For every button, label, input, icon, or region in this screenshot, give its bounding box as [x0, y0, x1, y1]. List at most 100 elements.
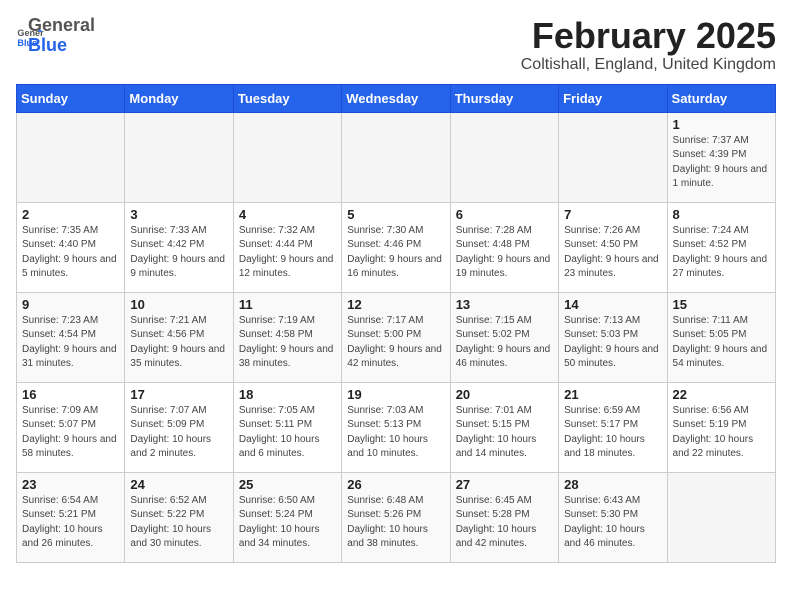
day-info: Sunrise: 7:15 AM Sunset: 5:02 PM Dayligh…	[456, 314, 553, 372]
day-info: Sunrise: 7:13 AM Sunset: 5:03 PM Dayligh…	[564, 314, 661, 372]
calendar-cell: 27Sunrise: 6:45 AM Sunset: 5:28 PM Dayli…	[450, 472, 558, 562]
weekday-header-row: SundayMondayTuesdayWednesdayThursdayFrid…	[17, 84, 776, 112]
calendar-cell: 12 Sunrise: 7:17 AM Sunset: 5:00 PM Dayli…	[342, 292, 450, 382]
calendar-cell: 25 Sunrise: 6:50 AM Sunset: 5:24 PM Dayli…	[233, 472, 341, 562]
day-info: Sunrise: 7:11 AM Sunset: 5:05 PM Dayligh…	[673, 314, 770, 372]
day-number: 17	[130, 387, 227, 402]
calendar-cell	[342, 112, 450, 202]
calendar-cell: 11 Sunrise: 7:19 AM Sunset: 4:58 PM Dayli…	[233, 292, 341, 382]
title-block: February 2025 Coltishall, England, Unite…	[521, 16, 776, 74]
day-number: 11	[239, 297, 336, 312]
day-info: Sunrise: 7:23 AM Sunset: 4:54 PM Dayligh…	[22, 314, 119, 372]
calendar-cell: 28 Sunrise: 6:43 AM Sunset: 5:30 PM Dayli…	[559, 472, 667, 562]
day-number: 12	[347, 297, 444, 312]
day-number: 25	[239, 477, 336, 492]
day-number: 8	[673, 207, 770, 222]
calendar-cell	[559, 112, 667, 202]
calendar-week-row: 2 Sunrise: 7:35 AM Sunset: 4:40 PM Daylig…	[17, 202, 776, 292]
day-info: Sunrise: 7:01 AM Sunset: 5:15 PM Dayligh…	[456, 404, 553, 462]
day-info: Sunrise: 7:24 AM Sunset: 4:52 PM Dayligh…	[673, 224, 770, 282]
calendar-week-row: 9Sunrise: 7:23 AM Sunset: 4:54 PM Daylig…	[17, 292, 776, 382]
calendar-cell: 7Sunrise: 7:26 AM Sunset: 4:50 PM Daylig…	[559, 202, 667, 292]
weekday-header-friday: Friday	[559, 84, 667, 112]
weekday-header-thursday: Thursday	[450, 84, 558, 112]
day-info: Sunrise: 7:05 AM Sunset: 5:11 PM Dayligh…	[239, 404, 336, 462]
day-info: Sunrise: 6:59 AM Sunset: 5:17 PM Dayligh…	[564, 404, 661, 462]
calendar-cell: 14 Sunrise: 7:13 AM Sunset: 5:03 PM Dayli…	[559, 292, 667, 382]
day-info: Sunrise: 7:33 AM Sunset: 4:42 PM Dayligh…	[130, 224, 227, 282]
calendar-cell: 10Sunrise: 7:21 AM Sunset: 4:56 PM Dayli…	[125, 292, 233, 382]
logo-blue-text: Blue	[28, 36, 95, 56]
day-number: 13	[456, 297, 553, 312]
calendar-week-row: 23 Sunrise: 6:54 AM Sunset: 5:21 PM Dayli…	[17, 472, 776, 562]
calendar-cell: 4 Sunrise: 7:32 AM Sunset: 4:44 PM Daylig…	[233, 202, 341, 292]
day-number: 5	[347, 207, 444, 222]
day-number: 15	[673, 297, 770, 312]
day-info: Sunrise: 7:03 AM Sunset: 5:13 PM Dayligh…	[347, 404, 444, 462]
day-number: 2	[22, 207, 119, 222]
day-info: Sunrise: 7:17 AM Sunset: 5:00 PM Dayligh…	[347, 314, 444, 372]
day-info: Sunrise: 7:26 AM Sunset: 4:50 PM Dayligh…	[564, 224, 661, 282]
day-number: 23	[22, 477, 119, 492]
day-info: Sunrise: 7:09 AM Sunset: 5:07 PM Dayligh…	[22, 404, 119, 462]
calendar-cell: 23 Sunrise: 6:54 AM Sunset: 5:21 PM Dayli…	[17, 472, 125, 562]
day-info: Sunrise: 6:54 AM Sunset: 5:21 PM Dayligh…	[22, 494, 119, 552]
calendar-cell: 17 Sunrise: 7:07 AM Sunset: 5:09 PM Dayli…	[125, 382, 233, 472]
day-number: 18	[239, 387, 336, 402]
calendar-cell: 22 Sunrise: 6:56 AM Sunset: 5:19 PM Dayli…	[667, 382, 775, 472]
calendar-cell: 24 Sunrise: 6:52 AM Sunset: 5:22 PM Dayli…	[125, 472, 233, 562]
calendar-cell	[125, 112, 233, 202]
day-info: Sunrise: 6:48 AM Sunset: 5:26 PM Dayligh…	[347, 494, 444, 552]
calendar-table: SundayMondayTuesdayWednesdayThursdayFrid…	[16, 84, 776, 563]
day-info: Sunrise: 6:50 AM Sunset: 5:24 PM Dayligh…	[239, 494, 336, 552]
logo-general-text: General	[28, 16, 95, 36]
weekday-header-saturday: Saturday	[667, 84, 775, 112]
calendar-cell: 8 Sunrise: 7:24 AM Sunset: 4:52 PM Daylig…	[667, 202, 775, 292]
day-info: Sunrise: 7:21 AM Sunset: 4:56 PM Dayligh…	[130, 314, 227, 372]
day-info: Sunrise: 6:52 AM Sunset: 5:22 PM Dayligh…	[130, 494, 227, 552]
calendar-cell: 18 Sunrise: 7:05 AM Sunset: 5:11 PM Dayli…	[233, 382, 341, 472]
day-number: 28	[564, 477, 661, 492]
day-number: 6	[456, 207, 553, 222]
day-number: 14	[564, 297, 661, 312]
calendar-cell: 26 Sunrise: 6:48 AM Sunset: 5:26 PM Dayli…	[342, 472, 450, 562]
day-info: Sunrise: 7:28 AM Sunset: 4:48 PM Dayligh…	[456, 224, 553, 282]
weekday-header-sunday: Sunday	[17, 84, 125, 112]
calendar-week-row: 16 Sunrise: 7:09 AM Sunset: 5:07 PM Dayli…	[17, 382, 776, 472]
day-number: 19	[347, 387, 444, 402]
day-number: 16	[22, 387, 119, 402]
day-info: Sunrise: 7:30 AM Sunset: 4:46 PM Dayligh…	[347, 224, 444, 282]
day-number: 21	[564, 387, 661, 402]
logo: General Blue General Blue	[16, 16, 95, 56]
calendar-cell: 13 Sunrise: 7:15 AM Sunset: 5:02 PM Dayli…	[450, 292, 558, 382]
calendar-cell: 3 Sunrise: 7:33 AM Sunset: 4:42 PM Daylig…	[125, 202, 233, 292]
calendar-cell: 21 Sunrise: 6:59 AM Sunset: 5:17 PM Dayli…	[559, 382, 667, 472]
calendar-subtitle: Coltishall, England, United Kingdom	[521, 56, 776, 74]
day-info: Sunrise: 6:56 AM Sunset: 5:19 PM Dayligh…	[673, 404, 770, 462]
calendar-title: February 2025	[521, 16, 776, 56]
calendar-cell: 5 Sunrise: 7:30 AM Sunset: 4:46 PM Daylig…	[342, 202, 450, 292]
day-info: Sunrise: 6:43 AM Sunset: 5:30 PM Dayligh…	[564, 494, 661, 552]
day-info: Sunrise: 7:07 AM Sunset: 5:09 PM Dayligh…	[130, 404, 227, 462]
calendar-week-row: 1Sunrise: 7:37 AM Sunset: 4:39 PM Daylig…	[17, 112, 776, 202]
page-header: General Blue General Blue February 2025 …	[16, 16, 776, 74]
day-number: 3	[130, 207, 227, 222]
weekday-header-wednesday: Wednesday	[342, 84, 450, 112]
day-number: 26	[347, 477, 444, 492]
day-number: 24	[130, 477, 227, 492]
calendar-cell: 1Sunrise: 7:37 AM Sunset: 4:39 PM Daylig…	[667, 112, 775, 202]
calendar-cell	[233, 112, 341, 202]
day-info: Sunrise: 7:32 AM Sunset: 4:44 PM Dayligh…	[239, 224, 336, 282]
calendar-cell: 20Sunrise: 7:01 AM Sunset: 5:15 PM Dayli…	[450, 382, 558, 472]
day-number: 22	[673, 387, 770, 402]
day-info: Sunrise: 6:45 AM Sunset: 5:28 PM Dayligh…	[456, 494, 553, 552]
weekday-header-monday: Monday	[125, 84, 233, 112]
calendar-cell	[450, 112, 558, 202]
day-info: Sunrise: 7:35 AM Sunset: 4:40 PM Dayligh…	[22, 224, 119, 282]
calendar-cell: 19 Sunrise: 7:03 AM Sunset: 5:13 PM Dayli…	[342, 382, 450, 472]
day-number: 1	[673, 117, 770, 132]
day-info: Sunrise: 7:19 AM Sunset: 4:58 PM Dayligh…	[239, 314, 336, 372]
calendar-cell: 15 Sunrise: 7:11 AM Sunset: 5:05 PM Dayli…	[667, 292, 775, 382]
day-number: 4	[239, 207, 336, 222]
weekday-header-tuesday: Tuesday	[233, 84, 341, 112]
